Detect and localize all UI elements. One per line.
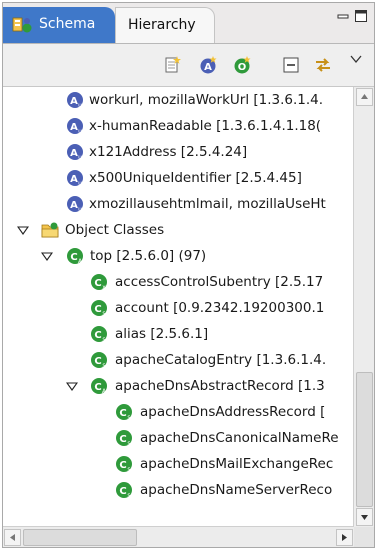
object-class-icon: Cs [116,430,132,447]
new-schema-icon[interactable] [163,55,183,75]
tab-schema-label: Schema [39,16,96,32]
object-class-icon: Cs [116,456,132,473]
new-attribute-type-icon[interactable]: A [198,55,218,75]
horizontal-scrollbar[interactable] [3,526,354,547]
tree-item-label: accessControlSubentry [2.5.17 [115,274,324,290]
attribute-type-icon: Au [67,118,83,135]
svg-text:u: u [78,154,82,161]
vertical-scrollbar[interactable] [353,87,374,527]
schema-tree: Au workurl, mozillaWorkUrl [1.3.6.1.4. A… [3,87,354,527]
scrollbar-corner [354,527,374,547]
tree-item-label: apacheDnsCanonicalNameRe [140,430,339,446]
svg-text:u: u [78,206,82,213]
svg-text:s: s [127,440,130,447]
tree-item-label: xmozillausehtmlmail, mozillaUseHt [89,196,326,212]
object-class-icon: CA [67,248,83,265]
object-class-icon: CA [91,378,107,395]
tree-item-label: x500UniqueIdentifier [2.5.4.45] [89,170,302,186]
vertical-scroll-thumb[interactable] [356,372,373,507]
svg-text:A: A [70,148,78,159]
tab-hierarchy[interactable]: Hierarchy [115,7,215,43]
svg-text:C: C [94,304,101,315]
svg-text:C: C [94,382,101,393]
arrow-right-icon [342,534,347,541]
link-with-editor-icon[interactable] [313,55,333,75]
svg-text:C: C [94,356,101,367]
object-class-icon: Cx [91,274,107,291]
tree-item-label: account [0.9.2342.19200300.1 [115,300,325,316]
svg-text:C: C [119,486,126,497]
tree-item-label: x121Address [2.5.4.24] [89,144,248,160]
expanded-twisty-icon[interactable] [17,224,29,236]
attribute-type-icon: Au [67,170,83,187]
schema-toolbar: A O [3,44,374,87]
scroll-right-button[interactable] [336,529,353,546]
tab-hierarchy-label: Hierarchy [128,17,196,33]
schema-view-panel: Schema Hierarchy A O A u workurl, mozill… [2,2,375,548]
expanded-twisty-icon[interactable] [41,250,53,262]
svg-text:u: u [78,128,82,135]
svg-text:C: C [94,330,101,341]
svg-text:O: O [238,62,247,73]
svg-text:C: C [119,434,126,445]
view-tab-bar: Schema Hierarchy [3,3,374,44]
svg-text:A: A [204,62,212,73]
svg-text:A: A [70,122,78,133]
svg-text:A: A [70,96,78,107]
object-class-icon: Cs [91,352,107,369]
tree-item-label: top [2.5.6.0] (97) [90,248,207,264]
svg-text:u: u [78,102,82,109]
tab-schema[interactable]: Schema [3,7,115,43]
tree-item-label: apacheDnsAbstractRecord [1.3 [115,378,325,394]
maximize-icon[interactable] [354,9,368,23]
svg-text:C: C [119,408,126,419]
svg-text:C: C [119,460,126,471]
svg-text:s: s [102,336,105,343]
svg-text:s: s [102,310,105,317]
svg-text:u: u [78,180,82,187]
object-class-icon: Cs [91,300,107,317]
tree-item-label: apacheDnsMailExchangeRec [140,456,334,472]
tree-item-label: alias [2.5.6.1] [115,326,209,342]
view-menu-icon[interactable] [349,52,363,66]
tree-item-label: workurl, mozillaWorkUrl [1.3.6.1.4. [89,92,324,108]
svg-text:s: s [127,466,130,473]
attribute-type-icon: Au [67,196,83,213]
svg-text:s: s [102,362,105,369]
svg-text:C: C [94,278,101,289]
tree-item-label: Object Classes [65,222,165,238]
collapse-all-icon[interactable] [281,55,301,75]
folder-icon [41,222,59,238]
svg-text:x: x [102,284,106,291]
horizontal-scroll-thumb[interactable] [23,529,137,546]
attribute-type-icon: Au [67,144,83,161]
object-class-icon: Cs [116,404,132,421]
schema-tab-icon [12,17,32,33]
object-class-icon: Cs [116,482,132,499]
tree-item-label: apacheCatalogEntry [1.3.6.1.4. [115,352,327,368]
scroll-left-button[interactable] [4,529,21,546]
scroll-down-button[interactable] [356,508,373,526]
svg-text:C: C [70,252,77,263]
tree-item-label: apacheDnsAddressRecord [ [140,404,326,420]
tree-item-label: x-humanReadable [1.3.6.1.4.1.18( [89,118,322,134]
tree-item-label: apacheDnsNameServerReco [140,482,333,498]
arrow-left-icon [10,534,15,541]
new-object-class-icon[interactable]: O [232,55,252,75]
svg-text:A: A [70,174,78,185]
svg-text:s: s [127,492,130,499]
svg-text:s: s [127,414,130,421]
object-class-icon: Cs [91,326,107,343]
attribute-type-icon: Au [67,92,83,109]
expanded-twisty-icon[interactable] [66,380,78,392]
arrow-down-icon [361,515,368,520]
arrow-up-icon [361,94,368,99]
scroll-up-button[interactable] [356,88,373,106]
svg-text:A: A [70,200,78,211]
minimize-icon[interactable] [336,9,350,23]
